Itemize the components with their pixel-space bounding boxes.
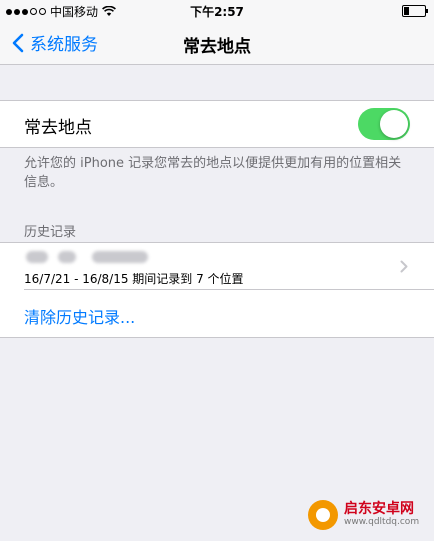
status-time: 下午2:57 bbox=[190, 5, 244, 19]
blurred-location-name bbox=[26, 251, 48, 263]
battery-icon bbox=[402, 5, 428, 17]
site-watermark: 启东安卓网 www.qdltdq.com bbox=[308, 500, 419, 530]
clear-history-button[interactable]: 清除历史记录... bbox=[0, 290, 434, 336]
watermark-url: www.qdltdq.com bbox=[344, 516, 420, 527]
watermark-text: 启东安卓网 www.qdltdq.com bbox=[344, 501, 420, 527]
feature-description: 允许您的 iPhone 记录您常去的地点以便提供更加有用的位置相关信息。 bbox=[24, 156, 402, 190]
chevron-right-icon bbox=[400, 260, 408, 273]
blurred-location-name bbox=[58, 251, 76, 263]
clear-history-label: 清除历史记录... bbox=[24, 308, 136, 327]
history-section-header: 历史记录 bbox=[24, 225, 77, 240]
blurred-location-name bbox=[92, 251, 148, 263]
status-bar: 中国移动 下午2:57 bbox=[0, 0, 434, 20]
watermark-logo-icon bbox=[308, 500, 338, 530]
significant-locations-switch[interactable] bbox=[358, 108, 410, 140]
history-entry-summary: 16/7/21 - 16/8/15 期间记录到 7 个位置 bbox=[24, 272, 244, 286]
page-title: 常去地点 bbox=[183, 37, 251, 57]
history-group: 16/7/21 - 16/8/15 期间记录到 7 个位置 清除历史记录... bbox=[0, 242, 434, 338]
navigation-bar: 系统服务 常去地点 bbox=[0, 20, 434, 65]
history-entry-row[interactable]: 16/7/21 - 16/8/15 期间记录到 7 个位置 bbox=[0, 243, 434, 289]
significant-locations-label: 常去地点 bbox=[24, 118, 92, 138]
watermark-name: 启东安卓网 bbox=[344, 501, 414, 518]
significant-locations-row: 常去地点 bbox=[0, 100, 434, 148]
switch-knob bbox=[380, 110, 408, 138]
